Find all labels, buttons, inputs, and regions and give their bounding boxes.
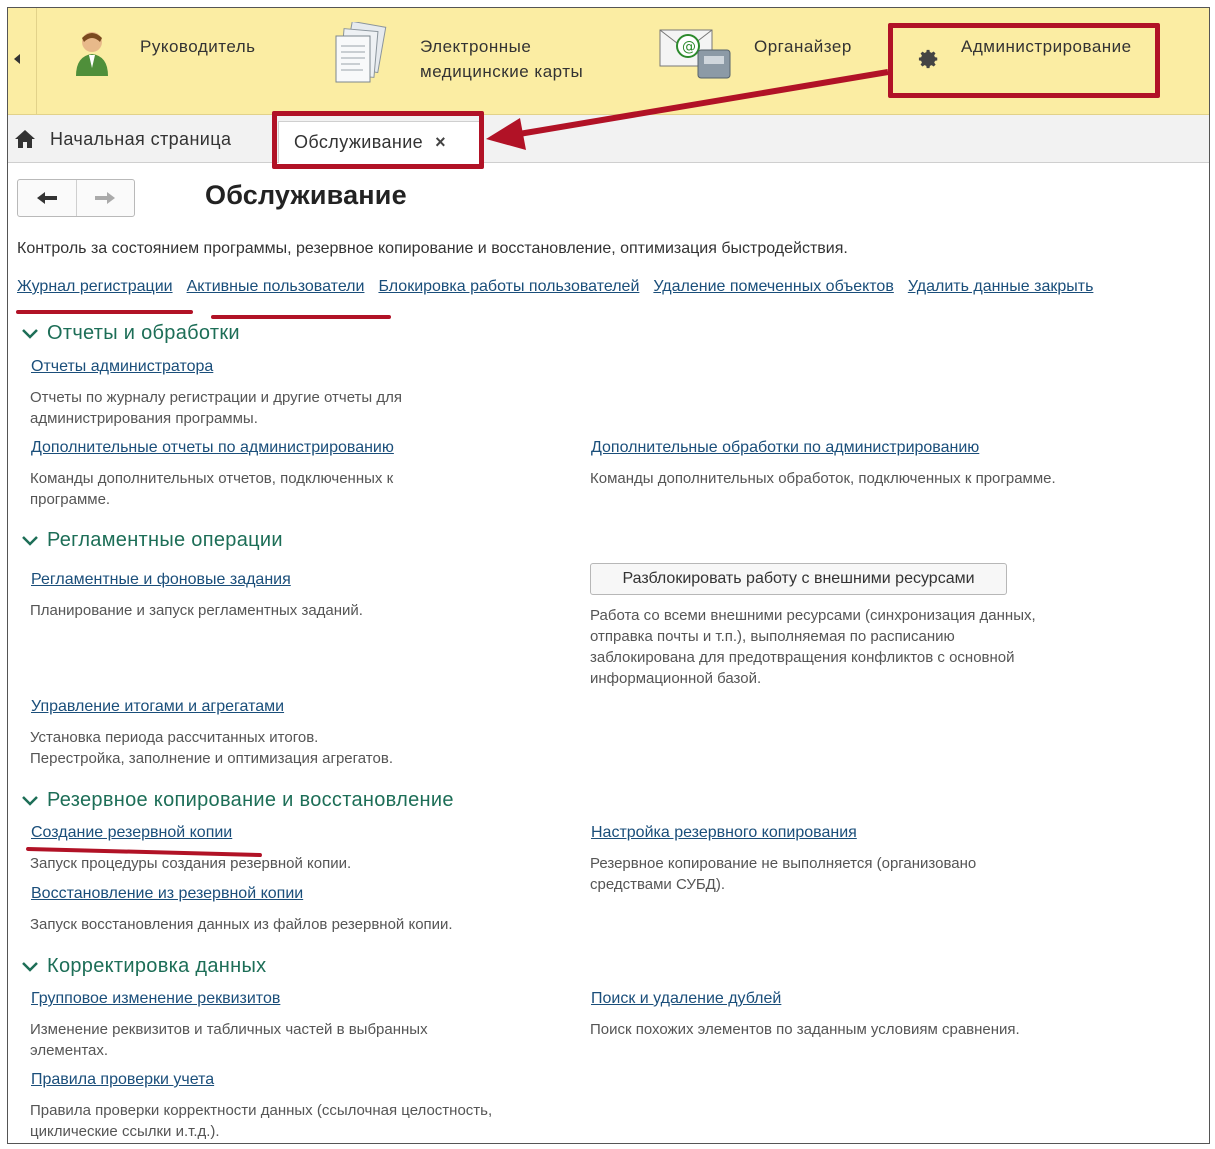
group-title: Корректировка данных <box>47 955 267 977</box>
section-organizer[interactable]: @ Органайзер <box>658 8 888 114</box>
section-label: Руководитель <box>140 37 256 56</box>
link-active-users[interactable]: Активные пользователи <box>187 278 365 295</box>
forward-button[interactable] <box>77 180 135 216</box>
note-unlock-1: Работа со всеми внешними ресурсами (синх… <box>590 607 1036 624</box>
note-group-change-2: элементах. <box>30 1042 109 1059</box>
section-label: Органайзер <box>754 37 852 56</box>
note-account-rules-1: Правила проверки корректности данных (сс… <box>30 1102 493 1119</box>
link-admin-reports[interactable]: Отчеты администратора <box>31 358 213 376</box>
chevron-down-icon <box>22 535 38 546</box>
note-create-backup: Запуск процедуры создания резервной копи… <box>30 855 352 872</box>
section-medical-records[interactable]: Электронные медицинские карты <box>308 8 638 114</box>
tab-home[interactable]: Начальная страница <box>14 125 231 153</box>
link-backup-settings[interactable]: Настройка резервного копирования <box>591 824 857 842</box>
app-window: Руководитель Электронные медицинские кар… <box>7 7 1210 1144</box>
link-extra-processing[interactable]: Дополнительные обработки по администриро… <box>591 439 979 457</box>
triangle-left-icon <box>14 54 20 64</box>
manager-person-icon <box>76 32 108 76</box>
link-totals-aggregates[interactable]: Управление итогами и агрегатами <box>31 698 284 716</box>
note-restore-backup: Запуск восстановления данных из файлов р… <box>30 916 453 933</box>
chevron-down-icon <box>22 961 38 972</box>
link-block-users[interactable]: Блокировка работы пользователей <box>378 278 639 295</box>
note-extra-reports-1: Команды дополнительных отчетов, подключе… <box>30 470 394 487</box>
group-title: Регламентные операции <box>47 529 283 551</box>
svg-text:@: @ <box>682 39 696 55</box>
chevron-down-icon <box>22 328 38 339</box>
link-delete-marked[interactable]: Удаление помеченных объектов <box>653 278 893 295</box>
note-scheduled-jobs: Планирование и запуск регламентных задан… <box>30 602 363 619</box>
link-duplicates[interactable]: Поиск и удаление дублей <box>591 990 781 1008</box>
back-button[interactable] <box>18 180 77 216</box>
page-title: Обслуживание <box>205 180 407 210</box>
history-nav <box>17 179 135 217</box>
email-phone-icon: @ <box>659 29 731 79</box>
group-correction-header[interactable]: Корректировка данных <box>21 955 266 978</box>
note-backup-settings-2: средствами СУБД). <box>590 876 726 893</box>
annotation-box-administration <box>888 23 1160 98</box>
link-delete-data[interactable]: Удалить данные закрыть <box>908 278 1094 295</box>
arrow-right-icon <box>95 192 116 204</box>
annotation-box-maintenance-tab <box>272 111 484 169</box>
link-restore-backup[interactable]: Восстановление из резервной копии <box>31 885 303 903</box>
link-account-rules[interactable]: Правила проверки учета <box>31 1071 214 1089</box>
link-event-log[interactable]: Журнал регистрации <box>17 278 173 295</box>
top-links: Журнал регистрации Активные пользователи Б… <box>17 278 1107 296</box>
group-reports-header[interactable]: Отчеты и обработки <box>21 322 240 345</box>
section-label-line1: Электронные <box>420 37 532 56</box>
group-scheduled-header[interactable]: Регламентные операции <box>21 529 283 552</box>
chevron-down-icon <box>22 795 38 806</box>
unlock-external-resources-button[interactable]: Разблокировать работу с внешними ресурса… <box>590 563 1007 595</box>
page-description: Контроль за состоянием программы, резерв… <box>17 240 848 257</box>
link-create-backup[interactable]: Создание резервной копии <box>31 824 232 842</box>
section-label-line2: медицинские карты <box>420 62 584 81</box>
note-admin-reports-2: администрирования программы. <box>30 410 258 427</box>
link-extra-reports[interactable]: Дополнительные отчеты по администрирован… <box>31 439 394 457</box>
link-group-change[interactable]: Групповое изменение реквизитов <box>31 990 280 1008</box>
note-extra-reports-2: программе. <box>30 491 111 508</box>
note-account-rules-2: циклические ссылки и.т.д.). <box>30 1123 220 1140</box>
group-title: Отчеты и обработки <box>47 322 240 344</box>
arrow-left-icon <box>36 192 57 204</box>
annotation-underline-event-log <box>16 310 193 314</box>
note-unlock-2: отправка почты и т.п.), выполняемая по р… <box>590 628 955 645</box>
section-manager[interactable]: Руководитель <box>38 8 308 114</box>
home-icon <box>15 130 35 148</box>
sections-scroll-left[interactable] <box>8 8 37 114</box>
tab-home-label: Начальная страница <box>50 128 232 149</box>
note-group-change-1: Изменение реквизитов и табличных частей … <box>30 1021 428 1038</box>
note-totals-1: Установка периода рассчитанных итогов. <box>30 729 319 746</box>
documents-stack-icon <box>335 22 387 83</box>
group-title: Резервное копирование и восстановление <box>47 789 454 811</box>
note-unlock-3: заблокирована для предотвращения конфлик… <box>590 649 1015 666</box>
group-backup-header[interactable]: Резервное копирование и восстановление <box>21 789 454 812</box>
note-admin-reports-1: Отчеты по журналу регистрации и другие о… <box>30 389 402 406</box>
note-backup-settings-1: Резервное копирование не выполняется (ор… <box>590 855 977 872</box>
note-extra-processing: Команды дополнительных обработок, подклю… <box>590 470 1056 487</box>
note-duplicates: Поиск похожих элементов по заданным усло… <box>590 1021 1020 1038</box>
note-unlock-4: информационной базой. <box>590 670 762 687</box>
note-totals-2: Перестройка, заполнение и оптимизация аг… <box>30 750 393 767</box>
annotation-underline-active-users <box>211 315 391 319</box>
tabs-bar: Начальная страница Обслуживание × <box>8 115 1209 163</box>
link-scheduled-jobs[interactable]: Регламентные и фоновые задания <box>31 571 291 589</box>
